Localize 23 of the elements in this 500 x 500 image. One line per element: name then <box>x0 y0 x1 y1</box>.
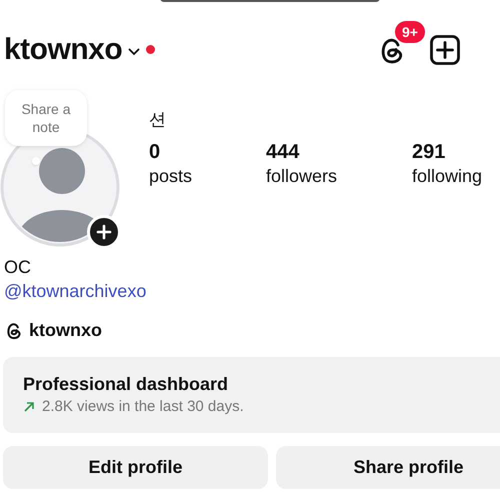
stat-label[interactable]: followers <box>266 164 412 188</box>
profile-action-button[interactable]: Edit profile <box>3 446 268 489</box>
threads-handle[interactable]: ktownxo <box>29 320 102 341</box>
stat-value[interactable]: 291 <box>412 140 500 164</box>
stat-label[interactable]: posts <box>149 164 266 188</box>
trend-up-arrow-icon <box>23 400 35 412</box>
stat-label[interactable]: following <box>412 164 500 188</box>
notification-badge: 9+ <box>395 21 425 43</box>
dashboard-subtitle: 2.8K views in the last 30 days. <box>42 398 244 415</box>
stat-value[interactable]: 444 <box>266 140 412 164</box>
profile-action-button[interactable]: Share profile <box>276 446 500 489</box>
username[interactable]: ktownxo <box>4 33 122 67</box>
threads-icon[interactable] <box>5 321 23 340</box>
profile-name: 션 <box>149 109 167 131</box>
profile-link[interactable]: @ktownarchivexo <box>0 279 500 303</box>
bio-text: OC <box>3 256 32 279</box>
stat-value[interactable]: 0 <box>149 140 266 164</box>
professional-dashboard-card[interactable]: Professional dashboard 2.8K views in the last 30 days. <box>3 357 500 433</box>
add-story-badge[interactable] <box>87 215 121 249</box>
dashboard-title: Professional dashboard <box>23 374 230 395</box>
chevron-down-icon[interactable] <box>128 48 140 56</box>
create-post-icon[interactable] <box>430 35 460 65</box>
share-note-tooltip[interactable]: Share a note <box>5 90 87 146</box>
